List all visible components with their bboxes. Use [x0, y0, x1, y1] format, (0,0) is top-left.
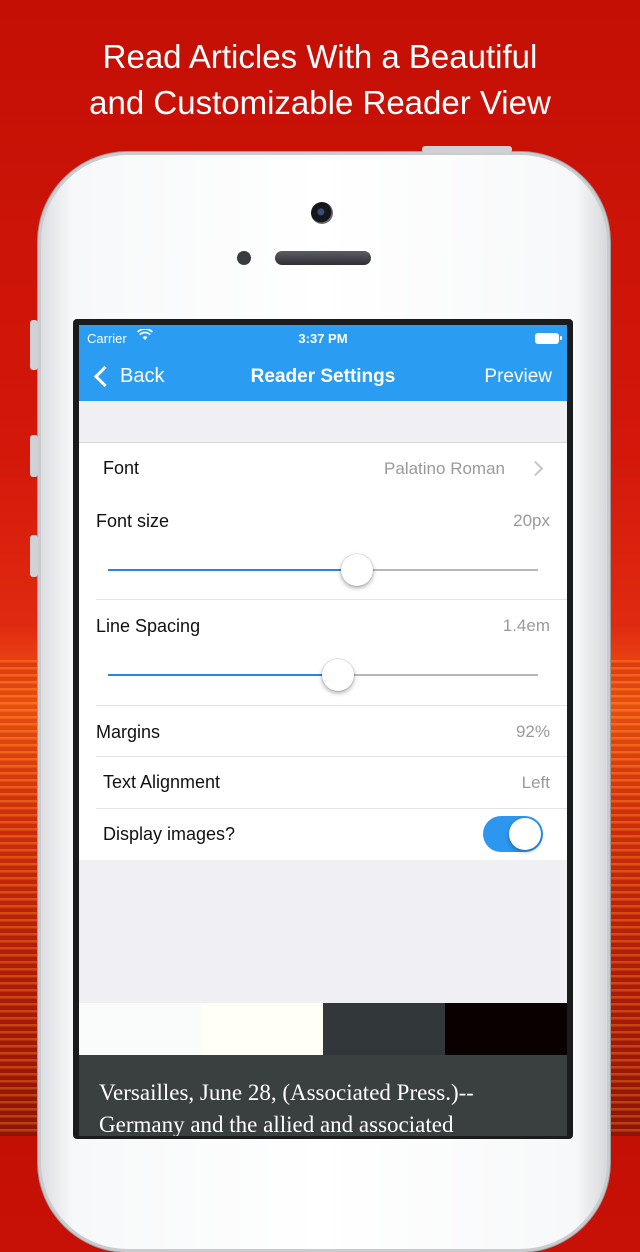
font-size-label: Font size [96, 511, 170, 531]
margins-value: 92% [515, 722, 550, 741]
article-line-2: Germany and the allied and associated [99, 1112, 454, 1136]
proximity-sensor [237, 251, 251, 265]
font-label: Font [103, 458, 140, 478]
line-spacing-slider-fill [108, 674, 339, 676]
clock: 3:37 PM [298, 331, 348, 346]
preview-button[interactable]: Preview [484, 366, 552, 388]
app-display: Carrier 3:37 PM Back Reader Settings Pre… [79, 325, 567, 1136]
line-spacing-slider[interactable] [108, 659, 538, 691]
promo-headline: Read Articles With a Beautiful and Custo… [0, 34, 640, 126]
volume-down-button [30, 535, 38, 577]
font-size-slider-fill [108, 569, 358, 571]
font-value: Palatino Roman [384, 459, 505, 478]
settings-table: Font Palatino Roman Font size 20px Line … [79, 442, 567, 860]
line-spacing-value: 1.4em [502, 616, 550, 635]
text-alignment-row[interactable]: Text Alignment Left [79, 757, 567, 809]
display-images-label: Display images? [103, 824, 236, 844]
display-images-toggle[interactable] [483, 816, 543, 852]
margins-label: Margins [96, 722, 161, 742]
text-alignment-value: Left [521, 773, 550, 792]
chevron-right-icon [527, 460, 544, 477]
line-spacing-row: Line Spacing 1.4em [79, 600, 567, 706]
font-size-row: Font size 20px [79, 495, 567, 600]
font-size-slider[interactable] [108, 554, 538, 586]
theme-swatch-cream[interactable] [201, 1003, 323, 1055]
earpiece-speaker [275, 251, 371, 265]
font-row[interactable]: Font Palatino Roman [79, 443, 567, 495]
font-size-slider-thumb[interactable] [341, 554, 374, 586]
line-spacing-label: Line Spacing [96, 616, 201, 636]
text-alignment-label: Text Alignment [103, 772, 221, 792]
navigation-bar: Back Reader Settings Preview [79, 353, 567, 401]
theme-picker [79, 1003, 567, 1055]
battery-icon [535, 333, 562, 344]
headline-line-2: and Customizable Reader View [89, 84, 551, 121]
margins-row[interactable]: Margins 92% [79, 706, 567, 757]
theme-swatch-white[interactable] [79, 1003, 201, 1055]
theme-swatch-black[interactable] [445, 1003, 567, 1055]
power-button [422, 146, 512, 153]
headline-line-1: Read Articles With a Beautiful [102, 38, 538, 75]
status-bar: Carrier 3:37 PM [79, 325, 567, 353]
line-spacing-slider-thumb[interactable] [322, 659, 355, 691]
volume-up-button [30, 435, 38, 477]
theme-swatch-dark-gray[interactable] [323, 1003, 445, 1055]
article-preview: Versailles, June 28, (Associated Press.)… [79, 1055, 567, 1136]
display-images-row: Display images? [79, 809, 567, 860]
article-line-1: Versailles, June 28, (Associated Press.)… [99, 1080, 474, 1105]
font-size-value: 20px [513, 511, 550, 530]
front-camera-icon [311, 202, 333, 224]
toggle-knob [509, 818, 541, 850]
mute-switch [30, 320, 38, 370]
